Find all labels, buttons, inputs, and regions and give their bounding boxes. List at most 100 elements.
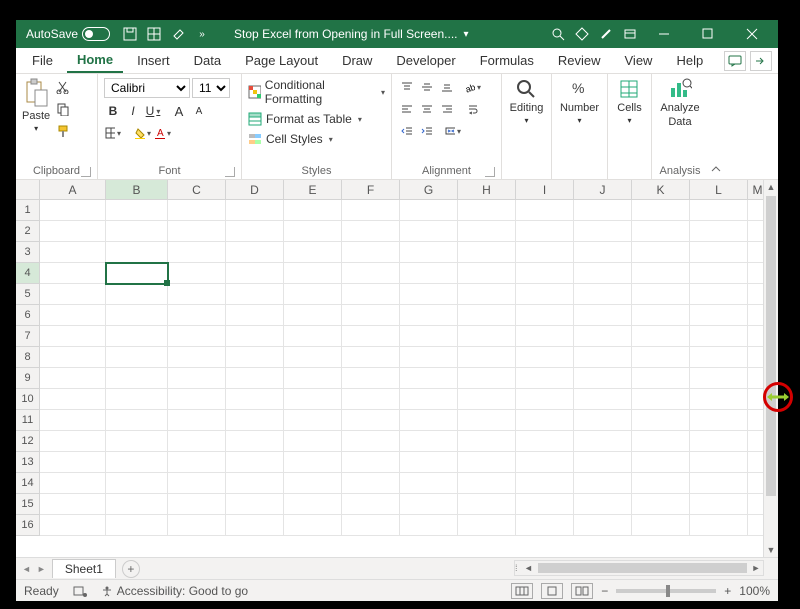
cell[interactable] xyxy=(226,368,284,389)
row-header[interactable]: 16 xyxy=(16,515,40,536)
cell[interactable] xyxy=(400,263,458,284)
cell[interactable] xyxy=(106,347,168,368)
cell[interactable] xyxy=(458,284,516,305)
cell[interactable] xyxy=(632,515,690,536)
sheet-tab-sheet1[interactable]: Sheet1 xyxy=(52,559,116,578)
cell[interactable] xyxy=(632,326,690,347)
cell[interactable] xyxy=(458,515,516,536)
cell[interactable] xyxy=(40,515,106,536)
cell[interactable] xyxy=(284,284,342,305)
cell[interactable] xyxy=(632,452,690,473)
cell[interactable] xyxy=(574,389,632,410)
column-header[interactable]: H xyxy=(458,180,516,200)
cell[interactable] xyxy=(226,389,284,410)
cell[interactable] xyxy=(516,305,574,326)
cell[interactable] xyxy=(400,389,458,410)
cell[interactable] xyxy=(632,200,690,221)
cell[interactable] xyxy=(342,452,400,473)
column-header[interactable]: I xyxy=(516,180,574,200)
cell-styles-button[interactable]: Cell Styles xyxy=(248,132,333,146)
cell[interactable] xyxy=(342,347,400,368)
cell[interactable] xyxy=(632,221,690,242)
cell[interactable] xyxy=(458,389,516,410)
sheet-nav-prev-icon[interactable]: ◄ xyxy=(22,564,31,574)
cell[interactable] xyxy=(574,200,632,221)
decrease-indent-icon[interactable] xyxy=(398,122,416,140)
cell[interactable] xyxy=(106,368,168,389)
cell[interactable] xyxy=(690,494,748,515)
horizontal-scrollbar[interactable]: ⁞ ◄ ► xyxy=(514,560,764,576)
cell[interactable] xyxy=(574,221,632,242)
row-header[interactable]: 8 xyxy=(16,347,40,368)
cell[interactable] xyxy=(226,263,284,284)
cell[interactable] xyxy=(342,242,400,263)
cell[interactable] xyxy=(342,263,400,284)
cell[interactable] xyxy=(40,431,106,452)
cell[interactable] xyxy=(574,410,632,431)
save-icon[interactable] xyxy=(118,20,142,48)
cell[interactable] xyxy=(226,515,284,536)
copy-icon[interactable] xyxy=(54,100,72,118)
align-top-icon[interactable] xyxy=(398,78,416,96)
cell[interactable] xyxy=(400,431,458,452)
cell[interactable] xyxy=(342,200,400,221)
column-header[interactable]: C xyxy=(168,180,226,200)
cell[interactable] xyxy=(168,347,226,368)
cell[interactable] xyxy=(40,200,106,221)
cell[interactable] xyxy=(168,494,226,515)
share-button[interactable] xyxy=(750,51,772,71)
align-center-icon[interactable] xyxy=(418,100,436,118)
cell[interactable] xyxy=(400,200,458,221)
cell[interactable] xyxy=(284,368,342,389)
cell[interactable] xyxy=(516,452,574,473)
cell[interactable] xyxy=(342,326,400,347)
number-button[interactable]: % Number▾ xyxy=(560,78,599,125)
cell[interactable] xyxy=(106,326,168,347)
cell[interactable] xyxy=(106,305,168,326)
cell[interactable] xyxy=(632,242,690,263)
cell[interactable] xyxy=(400,452,458,473)
macro-record-icon[interactable] xyxy=(73,584,87,598)
cell[interactable] xyxy=(106,200,168,221)
pen-icon[interactable] xyxy=(594,20,618,48)
cell[interactable] xyxy=(574,263,632,284)
cell[interactable] xyxy=(458,242,516,263)
ribbon-display-icon[interactable] xyxy=(618,20,642,48)
cell[interactable] xyxy=(168,200,226,221)
grow-font-button[interactable]: A xyxy=(170,102,188,120)
cell[interactable] xyxy=(284,200,342,221)
diamond-icon[interactable] xyxy=(570,20,594,48)
cell[interactable] xyxy=(574,515,632,536)
page-break-view-button[interactable] xyxy=(571,583,593,599)
row-header[interactable]: 13 xyxy=(16,452,40,473)
row-header[interactable]: 4 xyxy=(16,263,40,284)
analyze-data-button[interactable]: Analyze Data xyxy=(660,78,699,128)
cell[interactable] xyxy=(516,347,574,368)
conditional-formatting-button[interactable]: Conditional Formatting xyxy=(248,78,385,106)
cell[interactable] xyxy=(632,284,690,305)
cell[interactable] xyxy=(342,473,400,494)
cut-icon[interactable] xyxy=(54,78,72,96)
cell[interactable] xyxy=(690,431,748,452)
cell[interactable] xyxy=(632,305,690,326)
cell[interactable] xyxy=(632,347,690,368)
cell[interactable] xyxy=(690,326,748,347)
cell[interactable] xyxy=(342,368,400,389)
column-header[interactable]: E xyxy=(284,180,342,200)
cell[interactable] xyxy=(574,347,632,368)
cell[interactable] xyxy=(458,221,516,242)
cell[interactable] xyxy=(226,242,284,263)
cell[interactable] xyxy=(516,326,574,347)
cell[interactable] xyxy=(516,284,574,305)
hscroll-move-left-icon[interactable]: ⁞ xyxy=(515,563,518,573)
cell[interactable] xyxy=(40,368,106,389)
cell[interactable] xyxy=(632,263,690,284)
scroll-down-icon[interactable]: ▼ xyxy=(764,543,778,557)
column-header[interactable]: D xyxy=(226,180,284,200)
cell[interactable] xyxy=(574,473,632,494)
scrollbar-thumb[interactable] xyxy=(766,196,776,496)
cell[interactable] xyxy=(458,368,516,389)
cell[interactable] xyxy=(690,515,748,536)
dialog-launcher-icon[interactable] xyxy=(225,167,235,177)
tab-insert[interactable]: Insert xyxy=(127,49,180,72)
